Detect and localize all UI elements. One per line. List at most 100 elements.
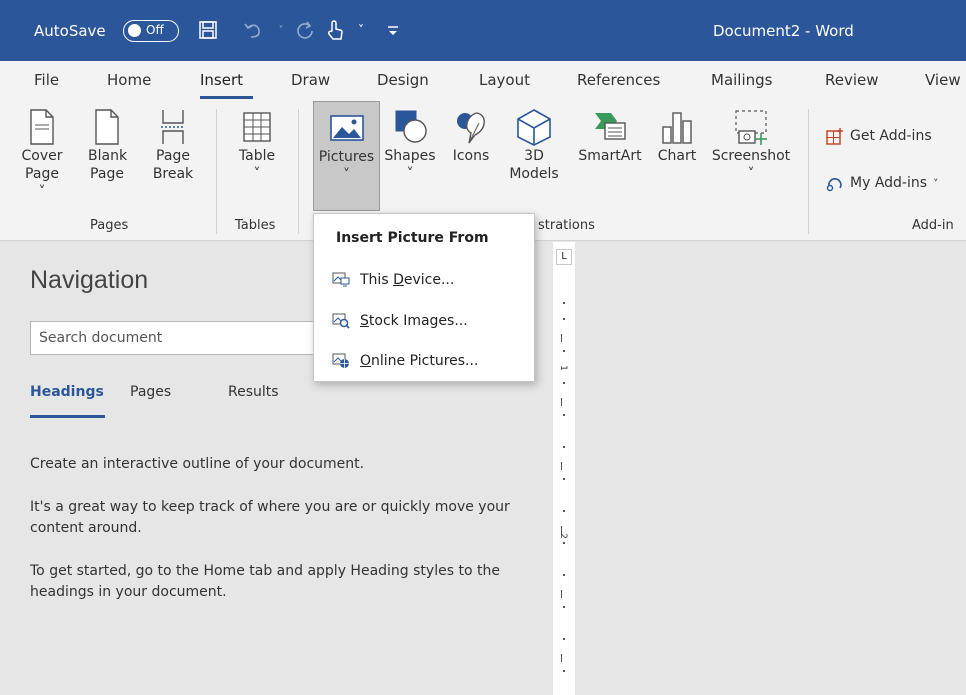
toggle-knob — [128, 24, 141, 37]
nav-tab-results[interactable]: Results — [228, 384, 279, 400]
chevron-down-icon: ˅ — [747, 166, 755, 182]
tab-review[interactable]: Review — [825, 71, 879, 89]
undo-dropdown-icon[interactable]: ˅ — [268, 17, 294, 43]
tab-view[interactable]: View — [925, 71, 961, 89]
shapes-icon — [395, 110, 427, 143]
chevron-down-icon: ˅ — [253, 166, 261, 182]
title-bar: AutoSave Off ˅ ˅ Document2 - Word — [0, 0, 966, 61]
ruler-tick — [563, 606, 565, 608]
page-break-label: Page — [156, 148, 190, 164]
insert-picture-menu: Insert Picture From This Device... Stock… — [313, 213, 535, 382]
ruler-tick — [563, 670, 565, 672]
screenshot-label: Screenshot — [711, 148, 791, 164]
device-icon — [332, 272, 350, 287]
group-separator — [216, 109, 217, 234]
3d-models-button[interactable]: 3D Models — [505, 101, 563, 211]
online-pictures-icon — [332, 353, 349, 368]
ruler-number: 2 — [557, 533, 568, 539]
group-separator — [298, 109, 299, 234]
tab-layout[interactable]: Layout — [479, 71, 530, 89]
tab-home[interactable]: Home — [107, 71, 151, 89]
tab-draw[interactable]: Draw — [291, 71, 330, 89]
group-label-tables: Tables — [235, 218, 276, 233]
ruler-half-mark — [561, 462, 562, 470]
ruler-half-mark — [561, 334, 562, 342]
undo-icon[interactable] — [240, 17, 266, 43]
group-label-illustrations: strations — [538, 218, 595, 233]
table-icon — [243, 112, 271, 142]
menu-header: Insert Picture From — [336, 230, 489, 246]
get-addins-label: Get Add-ins — [850, 128, 932, 144]
vertical-ruler: 12 — [553, 242, 575, 695]
3d-models-label: 3D — [524, 148, 544, 164]
nav-help-text-2: It's a great way to keep track of where … — [30, 499, 510, 536]
nav-tab-pages[interactable]: Pages — [130, 384, 171, 400]
touch-dropdown-icon[interactable]: ˅ — [348, 17, 374, 43]
ruler-half-mark — [561, 654, 562, 662]
blank-page-button[interactable]: Blank Page — [88, 101, 128, 211]
pictures-label: Pictures — [318, 149, 375, 165]
group-separator — [808, 109, 809, 234]
cover-page-button[interactable]: Cover Page ˅ — [20, 101, 64, 211]
my-addins-icon — [826, 178, 842, 192]
pictures-icon — [329, 115, 364, 141]
menu-item-label: Stock Images... — [360, 313, 468, 329]
ruler-half-mark — [561, 590, 562, 598]
screenshot-icon — [735, 110, 767, 145]
ruler-half-mark — [561, 398, 562, 406]
tab-selector[interactable]: L — [556, 249, 572, 265]
ruler-tick — [563, 302, 565, 304]
menu-item-this-device[interactable]: This Device... — [314, 264, 534, 296]
blank-page-label: Blank — [88, 148, 128, 164]
smartart-button[interactable]: SmartArt — [570, 101, 650, 211]
tab-file[interactable]: File — [34, 71, 59, 89]
search-document-input[interactable] — [31, 322, 329, 354]
chart-button[interactable]: Chart — [652, 101, 702, 211]
ruler-number: 1 — [557, 365, 568, 371]
chart-label: Chart — [657, 148, 697, 164]
tab-mailings[interactable]: Mailings — [711, 71, 772, 89]
pictures-button[interactable]: Pictures ˅ — [313, 101, 380, 211]
icons-label: Icons — [452, 148, 490, 164]
my-addins-label: My Add-ins — [850, 175, 928, 191]
ruler-tick — [563, 638, 565, 640]
nav-tab-headings[interactable]: Headings — [30, 384, 104, 400]
icons-icon — [457, 112, 485, 144]
customize-toolbar-icon[interactable] — [380, 17, 406, 43]
tab-design[interactable]: Design — [377, 71, 429, 89]
chevron-down-icon: ˅ — [933, 176, 939, 190]
autosave-toggle[interactable]: Off — [123, 20, 179, 42]
nav-help-text-1: Create an interactive outline of your do… — [30, 456, 365, 472]
shapes-label: Shapes — [384, 148, 436, 164]
document-title: Document2 - Word — [713, 22, 854, 40]
table-button[interactable]: Table ˅ — [232, 101, 282, 211]
search-box — [30, 321, 330, 355]
shapes-button[interactable]: Shapes ˅ — [382, 101, 438, 211]
icons-button[interactable]: Icons — [448, 101, 494, 211]
tab-insert[interactable]: Insert — [200, 71, 243, 89]
menu-item-label: Online Pictures... — [360, 353, 479, 369]
ruler-tick — [563, 478, 565, 480]
page-break-button[interactable]: Page Break — [150, 101, 196, 211]
ruler-tick — [563, 318, 565, 320]
ruler-tick — [563, 510, 565, 512]
chart-icon — [662, 112, 692, 144]
group-label-addins: Add-in — [912, 218, 954, 233]
active-tab-indicator — [200, 96, 253, 99]
touch-mode-icon[interactable] — [322, 17, 348, 43]
page-break-icon — [161, 110, 185, 144]
menu-item-online-pictures[interactable]: Online Pictures... — [314, 345, 534, 377]
screenshot-button[interactable]: Screenshot ˅ — [706, 101, 796, 211]
blank-page-icon — [95, 109, 119, 145]
redo-icon[interactable] — [293, 17, 319, 43]
menu-item-stock-images[interactable]: Stock Images... — [314, 305, 534, 337]
get-addins-button[interactable]: Get Add-ins — [826, 127, 932, 145]
ruler-tick — [563, 446, 565, 448]
tab-references[interactable]: References — [577, 71, 660, 89]
toggle-state: Off — [146, 23, 164, 37]
active-nav-tab-indicator — [30, 415, 105, 418]
my-addins-button[interactable]: My Add-ins ˅ — [826, 174, 939, 192]
autosave-label: AutoSave — [34, 22, 106, 40]
save-icon[interactable] — [195, 17, 221, 43]
chevron-down-icon: ˅ — [343, 167, 350, 183]
